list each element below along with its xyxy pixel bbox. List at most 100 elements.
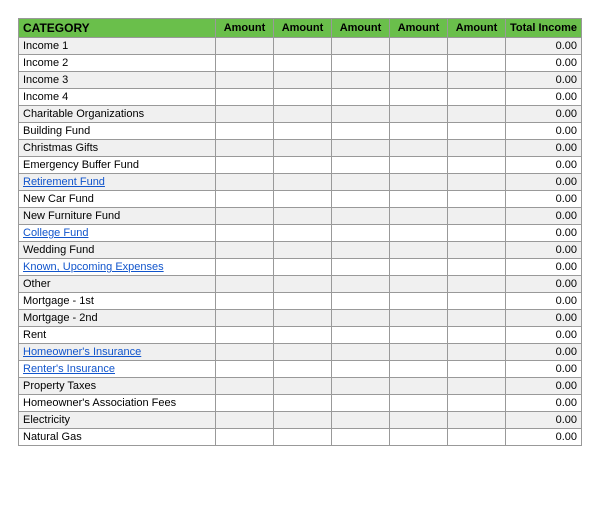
amount-cell[interactable] [447,140,505,157]
amount-cell[interactable] [447,208,505,225]
amount-cell[interactable] [389,140,447,157]
amount-cell[interactable] [273,157,331,174]
amount-cell[interactable] [273,276,331,293]
amount-cell[interactable] [273,259,331,276]
amount-cell[interactable] [215,191,273,208]
amount-cell[interactable] [215,106,273,123]
amount-cell[interactable] [273,106,331,123]
amount-cell[interactable] [215,378,273,395]
amount-cell[interactable] [389,38,447,55]
amount-cell[interactable] [389,123,447,140]
amount-cell[interactable] [447,225,505,242]
amount-cell[interactable] [331,293,389,310]
amount-cell[interactable] [389,225,447,242]
amount-cell[interactable] [447,157,505,174]
amount-cell[interactable] [215,55,273,72]
amount-cell[interactable] [447,72,505,89]
amount-cell[interactable] [331,310,389,327]
amount-cell[interactable] [331,55,389,72]
amount-cell[interactable] [215,395,273,412]
amount-cell[interactable] [389,395,447,412]
amount-cell[interactable] [331,429,389,446]
amount-cell[interactable] [389,293,447,310]
amount-cell[interactable] [389,327,447,344]
amount-cell[interactable] [331,72,389,89]
amount-cell[interactable] [447,361,505,378]
amount-cell[interactable] [331,327,389,344]
amount-cell[interactable] [389,361,447,378]
amount-cell[interactable] [273,123,331,140]
amount-cell[interactable] [389,310,447,327]
amount-cell[interactable] [331,106,389,123]
amount-cell[interactable] [215,310,273,327]
amount-cell[interactable] [215,225,273,242]
amount-cell[interactable] [273,344,331,361]
amount-cell[interactable] [389,174,447,191]
amount-cell[interactable] [215,208,273,225]
amount-cell[interactable] [331,89,389,106]
amount-cell[interactable] [273,395,331,412]
amount-cell[interactable] [273,55,331,72]
amount-cell[interactable] [273,242,331,259]
amount-cell[interactable] [389,344,447,361]
amount-cell[interactable] [389,242,447,259]
amount-cell[interactable] [273,293,331,310]
amount-cell[interactable] [215,293,273,310]
amount-cell[interactable] [273,310,331,327]
amount-cell[interactable] [273,429,331,446]
amount-cell[interactable] [273,191,331,208]
amount-cell[interactable] [215,327,273,344]
amount-cell[interactable] [331,191,389,208]
amount-cell[interactable] [215,38,273,55]
amount-cell[interactable] [389,106,447,123]
amount-cell[interactable] [331,123,389,140]
amount-cell[interactable] [273,378,331,395]
amount-cell[interactable] [273,72,331,89]
amount-cell[interactable] [447,106,505,123]
amount-cell[interactable] [447,242,505,259]
amount-cell[interactable] [215,344,273,361]
amount-cell[interactable] [447,55,505,72]
amount-cell[interactable] [389,55,447,72]
amount-cell[interactable] [447,395,505,412]
amount-cell[interactable] [215,123,273,140]
amount-cell[interactable] [331,38,389,55]
amount-cell[interactable] [331,225,389,242]
amount-cell[interactable] [215,276,273,293]
amount-cell[interactable] [273,174,331,191]
amount-cell[interactable] [273,89,331,106]
amount-cell[interactable] [273,140,331,157]
amount-cell[interactable] [447,89,505,106]
amount-cell[interactable] [389,72,447,89]
amount-cell[interactable] [215,259,273,276]
amount-cell[interactable] [331,174,389,191]
amount-cell[interactable] [447,344,505,361]
amount-cell[interactable] [273,327,331,344]
amount-cell[interactable] [215,157,273,174]
amount-cell[interactable] [331,259,389,276]
amount-cell[interactable] [215,89,273,106]
amount-cell[interactable] [331,276,389,293]
amount-cell[interactable] [215,242,273,259]
amount-cell[interactable] [447,38,505,55]
amount-cell[interactable] [389,276,447,293]
amount-cell[interactable] [389,429,447,446]
amount-cell[interactable] [273,361,331,378]
amount-cell[interactable] [447,276,505,293]
amount-cell[interactable] [273,412,331,429]
amount-cell[interactable] [215,72,273,89]
amount-cell[interactable] [389,208,447,225]
amount-cell[interactable] [447,259,505,276]
amount-cell[interactable] [389,378,447,395]
amount-cell[interactable] [215,140,273,157]
amount-cell[interactable] [331,157,389,174]
amount-cell[interactable] [447,174,505,191]
amount-cell[interactable] [389,157,447,174]
amount-cell[interactable] [215,174,273,191]
amount-cell[interactable] [331,208,389,225]
amount-cell[interactable] [389,191,447,208]
amount-cell[interactable] [331,412,389,429]
amount-cell[interactable] [447,293,505,310]
amount-cell[interactable] [273,38,331,55]
amount-cell[interactable] [447,412,505,429]
